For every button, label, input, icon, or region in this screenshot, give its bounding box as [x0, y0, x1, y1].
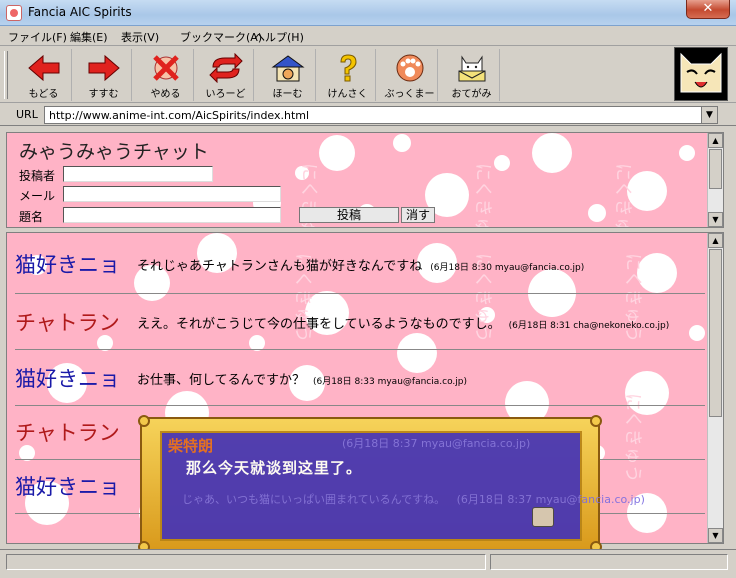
ghost-text-row: じゃあ、いつも猫にいっぱい囲まれているんですね。 (6月18日 8:37 mya…: [182, 491, 645, 507]
back-arrow-icon: [27, 54, 59, 82]
cat-mascot-logo: [674, 47, 728, 101]
forward-arrow-icon: [88, 54, 120, 82]
bookmark-paw-icon: [396, 54, 423, 82]
bg-text-3: にくきゅう: [612, 163, 633, 228]
toolbar-grip[interactable]: [4, 51, 8, 99]
menu-help[interactable]: ヘルプ(H): [254, 29, 304, 45]
scroll-down-icon[interactable]: ▼: [708, 212, 723, 227]
message-meta: (6月18日 8:30 myau@fancia.co.jp): [430, 263, 585, 273]
clear-button[interactable]: 消す: [401, 207, 435, 223]
window-title: Fancia AIC Spirits: [28, 5, 132, 19]
search-icon: [339, 54, 357, 82]
back-button[interactable]: もどる: [16, 49, 72, 101]
url-input[interactable]: http://www.anime-int.com/AicSpirits/inde…: [44, 106, 718, 124]
app-icon: [6, 5, 22, 21]
message-divider: [15, 293, 705, 294]
toolbar: もどる すすむ やめる いろーど ほーむ けんさく ぶっくまー おてがみ: [0, 47, 736, 115]
url-label: URL: [16, 108, 38, 121]
address-bar: URL http://www.anime-int.com/AicSpirits/…: [0, 104, 736, 126]
menu-file[interactable]: ファイル(F): [8, 29, 67, 45]
ghost-meta: (6月18日 8:37 myau@fancia.co.jp): [456, 493, 645, 506]
chat-message: 猫好きニョ お仕事、何してるんですか？ (6月18日 8:33 myau@fanc…: [15, 353, 705, 403]
scroll-up-icon[interactable]: ▲: [708, 233, 723, 248]
message-speaker: チャトラン: [15, 421, 120, 445]
dialog-speaker: 柴特朗: [168, 437, 214, 455]
dialog-corner-ornament: [590, 415, 602, 427]
status-pane-main: [6, 554, 486, 570]
home-button[interactable]: ほーむ: [260, 49, 316, 101]
author-label: 投稿者: [19, 169, 56, 183]
dialog-corner-ornament: [138, 415, 150, 427]
mail-cat-icon: [458, 55, 485, 82]
close-button[interactable]: ✕: [686, 0, 730, 19]
message-divider: [15, 405, 705, 406]
email-input[interactable]: [63, 186, 281, 202]
chat-form-frame: にくきゅう にくきゅう にくきゅう みゃうみゃうチャット 投稿者 メール 題名 …: [6, 132, 724, 228]
scroll-thumb[interactable]: [709, 149, 722, 189]
status-pane-secondary: [490, 554, 728, 570]
home-label: ほーむ: [272, 89, 303, 100]
submit-button[interactable]: 投稿: [299, 207, 399, 223]
url-value: http://www.anime-int.com/AicSpirits/inde…: [49, 109, 310, 122]
url-dropdown-icon[interactable]: ▼: [701, 107, 717, 123]
scroll-thumb[interactable]: [709, 249, 722, 417]
scroll-down-icon[interactable]: ▼: [708, 528, 723, 543]
message-meta: (6月18日 8:33 myau@fancia.co.jp): [312, 377, 467, 387]
subject-input[interactable]: [63, 207, 281, 223]
menu-bookmarks[interactable]: ブックマーク(A): [180, 29, 262, 45]
search-label: けんさく: [327, 89, 368, 100]
menu-edit[interactable]: 編集(E): [70, 29, 108, 45]
message-text: お仕事、何してるんですか？: [137, 373, 305, 388]
title-bar: Fancia AIC Spirits ✕: [0, 0, 736, 26]
menu-view[interactable]: 表示(V): [121, 29, 159, 45]
chat-message: チャトラン ええ。それがこうじて今の仕事をしているようなものですし。 (6月18日…: [15, 297, 705, 347]
message-text: それじゃあチャトランさんも猫が好きなんですね: [137, 259, 423, 274]
message-speaker: 猫好きニョ: [15, 367, 120, 391]
reload-label: いろーど: [205, 89, 246, 100]
stop-button[interactable]: やめる: [138, 49, 194, 101]
message-meta: (6月18日 8:31 cha@nekoneko.co.jp): [508, 321, 670, 331]
reload-icon: [208, 53, 243, 83]
character-portrait-icon[interactable]: [532, 507, 554, 527]
bg-text-2: にくきゅう: [472, 163, 493, 228]
ghost-meta: (6月18日 8:37 myau@fancia.co.jp): [342, 437, 531, 450]
stop-label: やめる: [150, 89, 181, 100]
log-scrollbar[interactable]: ▲ ▼: [707, 233, 723, 543]
chat-title: みゃうみゃうチャット: [19, 141, 209, 163]
forward-button[interactable]: すすむ: [76, 49, 132, 101]
message-text: ええ。それがこうじて今の仕事をしているようなものですし。: [137, 317, 501, 332]
message-divider: [15, 349, 705, 350]
status-bar: [0, 549, 736, 578]
ghost-line: じゃあ、いつも猫にいっぱい囲まれているんですね。: [182, 493, 446, 506]
home-icon: [270, 55, 305, 82]
ghost-text-row: (6月18日 8:37 myau@fancia.co.jp): [182, 435, 530, 451]
message-speaker: 猫好きニョ: [15, 253, 120, 277]
search-button[interactable]: けんさく: [320, 49, 376, 101]
forward-label: すすむ: [88, 89, 119, 100]
mail-button[interactable]: おてがみ: [444, 49, 500, 101]
message-speaker: 猫好きニョ: [15, 475, 120, 499]
reload-button[interactable]: いろーど: [198, 49, 254, 101]
dialog-panel: (6月18日 8:37 myau@fancia.co.jp) じゃあ、いつも猫に…: [160, 431, 645, 541]
message-speaker: チャトラン: [15, 311, 120, 335]
mail-label: おてがみ: [451, 89, 492, 100]
dialog-text: 那么今天就谈到这里了。: [186, 459, 363, 477]
top-frame-scrollbar[interactable]: ▲ ▼: [707, 133, 723, 227]
back-label: もどる: [28, 89, 59, 100]
email-label: メール: [19, 189, 56, 203]
bookmark-button[interactable]: ぶっくまーく: [382, 49, 438, 115]
scroll-up-icon[interactable]: ▲: [708, 133, 723, 148]
cat-face-icon: [680, 52, 722, 93]
menu-bar: ファイル(F) 編集(E) 表示(V) ブックマーク(A) ヘルプ(H): [0, 26, 736, 46]
chat-message: 猫好きニョ それじゃあチャトランさんも猫が好きなんですね (6月18日 8:30 …: [15, 239, 705, 289]
stop-icon: [152, 55, 179, 81]
subject-label: 題名: [19, 210, 44, 224]
subtitle-dialog: (6月18日 8:37 myau@fancia.co.jp) じゃあ、いつも猫に…: [138, 415, 645, 553]
author-input[interactable]: [63, 166, 213, 182]
